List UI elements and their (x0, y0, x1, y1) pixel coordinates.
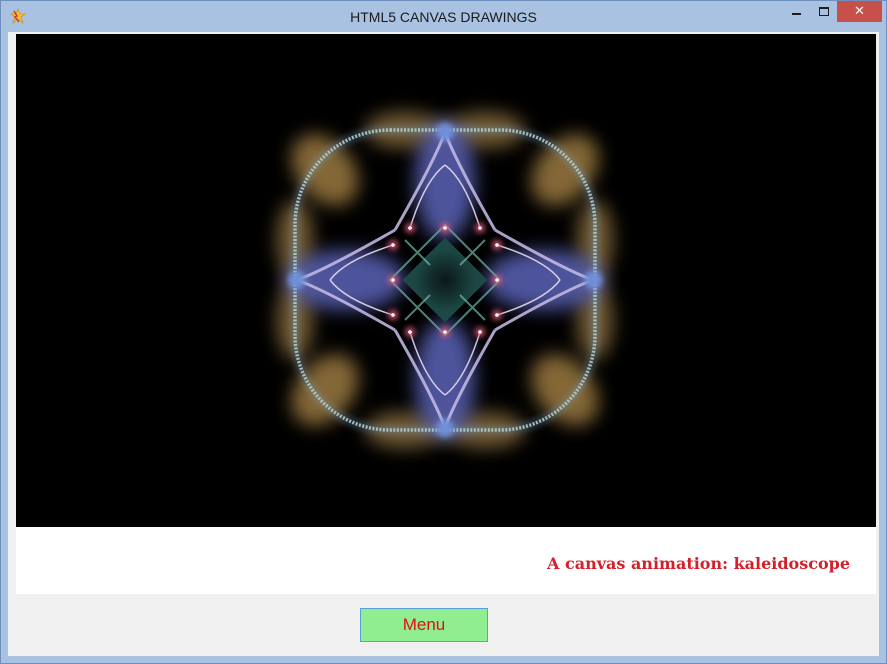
maximize-icon (818, 7, 829, 16)
caption-text: A canvas animation: kaleidoscope (546, 554, 850, 573)
drawing-canvas (16, 34, 876, 527)
close-button[interactable]: ✕ (837, 1, 882, 22)
close-icon: ✕ (854, 4, 865, 19)
title-bar[interactable]: HTML5 CANVAS DRAWINGS ✕ (1, 1, 886, 32)
client-area: A canvas animation: kaleidoscope Menu (8, 32, 879, 656)
minimize-icon (791, 12, 801, 15)
menu-button[interactable]: Menu (360, 608, 488, 642)
caption-panel: A canvas animation: kaleidoscope (16, 527, 876, 594)
app-window: HTML5 CANVAS DRAWINGS ✕ A canvas animati… (0, 0, 887, 664)
maximize-button[interactable] (810, 1, 837, 22)
window-title: HTML5 CANVAS DRAWINGS (350, 9, 537, 25)
kaleidoscope-figure (277, 112, 613, 448)
minimize-button[interactable] (782, 1, 810, 22)
